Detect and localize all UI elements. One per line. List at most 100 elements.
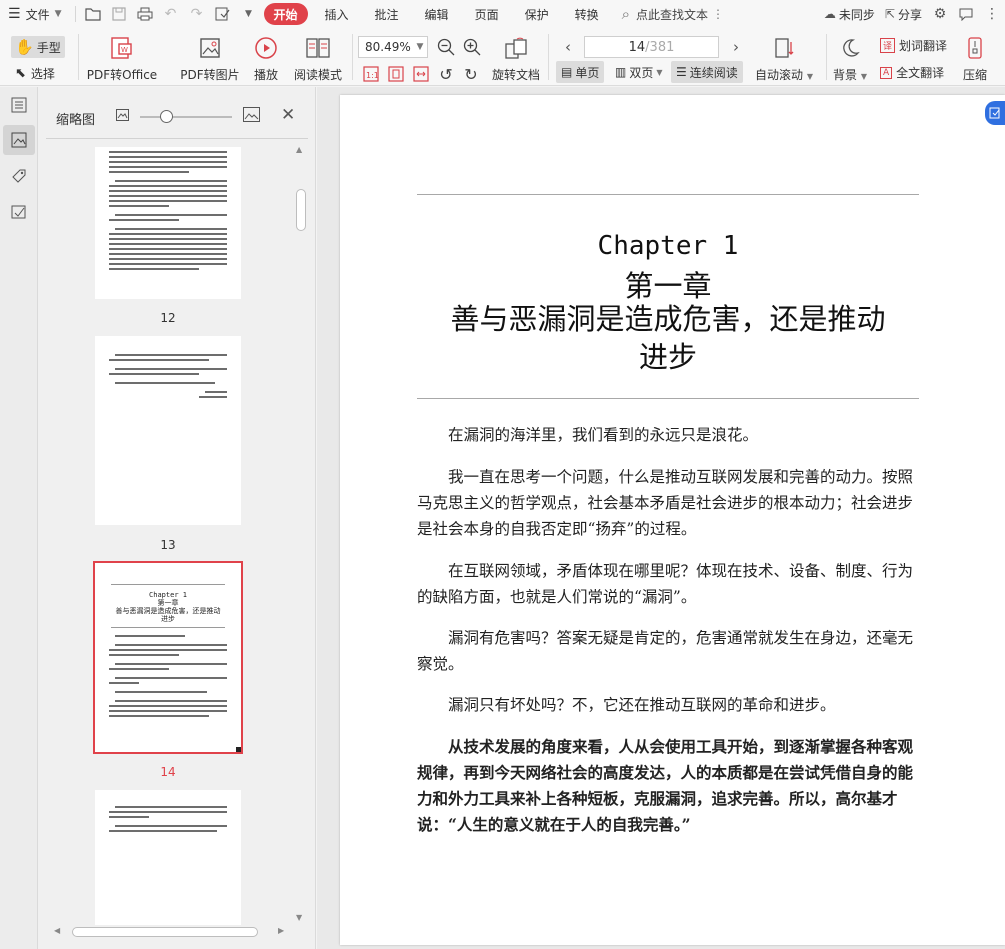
bottom-rule [417, 398, 919, 399]
tab-insert[interactable]: 插入 [316, 3, 358, 25]
prev-page-icon[interactable]: ‹ [558, 37, 578, 57]
paragraph-3: 在互联网领域，矛盾体现在哪里呢？体现在技术、设备、制度、行为的缺陷方面，也就是人… [417, 562, 914, 606]
print-icon[interactable] [132, 3, 158, 25]
find-text-search[interactable]: ⌕ 点此查找文本 ⋮ [616, 5, 730, 23]
close-icon[interactable]: ✕ [281, 105, 295, 125]
thumbnail-header: 缩略图 ✕ [56, 105, 296, 128]
message-icon[interactable] [953, 3, 979, 25]
thumbnail-label-13: 13 [160, 538, 176, 552]
fit-page-icon[interactable] [386, 64, 406, 84]
compress-icon [965, 34, 985, 62]
select-tool-button[interactable]: ⬉ 选择 [15, 63, 55, 83]
next-page-icon[interactable]: › [726, 37, 746, 57]
separator [78, 34, 79, 80]
slider-knob[interactable] [160, 110, 173, 123]
continuous-read-button[interactable]: ☰ 连续阅读 [671, 61, 743, 83]
open-folder-icon[interactable] [80, 3, 106, 25]
scroll-up-icon[interactable]: ▲ [296, 145, 302, 154]
double-page-button[interactable]: ▥ 双页 ▼ [610, 61, 668, 83]
more-dropdown-icon[interactable]: ▼ [236, 3, 262, 25]
tab-annotate[interactable]: 批注 [366, 3, 408, 25]
bookmark-tag-icon[interactable] [3, 161, 35, 191]
read-mode-button[interactable]: 阅读模式 [290, 34, 346, 83]
thumbnail-page-12[interactable] [95, 147, 241, 299]
scroll-down-icon[interactable]: ▼ [296, 913, 302, 922]
hamburger-icon: ☰ [8, 6, 21, 22]
thumbnail-vertical-scrollbar[interactable]: ▲ ▼ [294, 145, 308, 927]
zoom-out-icon[interactable] [436, 37, 456, 57]
tab-convert[interactable]: 转换 [566, 3, 608, 25]
single-page-button[interactable]: ▤ 单页 [556, 61, 605, 83]
share-icon: ⇱ [884, 7, 895, 21]
thumbnail-size-slider[interactable] [140, 110, 232, 123]
thumbnail-page-13[interactable] [95, 336, 241, 525]
file-menu[interactable]: ☰ 文件 ▼ [0, 3, 71, 25]
tab-edit[interactable]: 编辑 [416, 3, 458, 25]
fit-width-icon[interactable] [411, 64, 431, 84]
more-horizontal-icon[interactable]: ⋮ [979, 3, 1005, 25]
rotate-right-icon[interactable]: ↻ [461, 64, 481, 84]
play-button[interactable]: 播放 [248, 34, 284, 83]
outline-list-icon[interactable] [3, 90, 35, 120]
floating-export-badge-icon[interactable] [985, 101, 1005, 125]
continuous-icon: ☰ [676, 65, 687, 79]
divider [46, 138, 308, 139]
small-image-icon[interactable] [116, 109, 129, 124]
zoom-in-icon[interactable] [462, 37, 482, 57]
translate-icon: 译 [880, 38, 896, 53]
hand-tool-button[interactable]: ✋ 手型 [11, 36, 65, 58]
rotate-left-icon[interactable]: ↺ [436, 64, 456, 84]
top-rule [417, 194, 919, 195]
play-circle-icon [254, 34, 278, 62]
thumbnail-page-14-current[interactable]: Chapter 1 第一章 善与恶漏洞是造成危害，还是推动 进步 [93, 561, 243, 754]
thumbnail-view-icon[interactable] [3, 125, 35, 155]
full-translate-button[interactable]: A 全文翻译 [880, 64, 944, 81]
compress-button[interactable]: 压缩 [958, 34, 992, 83]
svg-text:1:1: 1:1 [366, 71, 379, 80]
thumbnail-panel: 缩略图 ✕ 12 13 Chapter 1 第一章 善与恶漏洞是造成危害，还是推… [38, 87, 316, 949]
sync-status[interactable]: ☁ 未同步 [819, 3, 880, 25]
pdf-to-image-icon [198, 34, 222, 62]
chapter-title: 善与恶漏洞是造成危害，还是推动 进步 [450, 302, 886, 374]
tab-page[interactable]: 页面 [466, 3, 508, 25]
left-sidebar-rail [0, 87, 38, 949]
annotation-icon[interactable] [3, 197, 35, 227]
pdf-to-image-button[interactable]: PDF转图片 [176, 34, 244, 83]
export-icon[interactable] [210, 3, 236, 25]
tab-start[interactable]: 开始 [263, 3, 308, 25]
large-image-icon[interactable] [243, 107, 260, 125]
undo-icon[interactable]: ↶ [158, 3, 184, 25]
auto-scroll-button[interactable]: 自动滚动 ▼ [752, 34, 816, 83]
chevron-down-icon: ▼ [860, 72, 867, 81]
thumbnail-page-15[interactable] [95, 790, 241, 925]
search-icon: ⌕ [621, 5, 631, 23]
tab-protect[interactable]: 保护 [516, 3, 558, 25]
redo-icon[interactable]: ↷ [184, 3, 210, 25]
page-number-input[interactable]: 14 /381 [584, 36, 719, 58]
menu-bar: ☰ 文件 ▼ ↶ ↷ ▼ 开始 插入 批注 编辑 页面 保护 转换 ⌕ 点此查找… [0, 0, 1005, 28]
scrollbar-thumb[interactable] [296, 189, 306, 231]
share-button[interactable]: ⇱ 分享 [880, 3, 927, 25]
rotate-document-icon [503, 34, 529, 62]
actual-size-icon[interactable]: 1:1 [361, 64, 381, 84]
ribbon-toolbar: ✋ 手型 ⬉ 选择 W PDF转Office PDF转图片 播放 阅读模式 80… [0, 28, 1005, 86]
chevron-down-icon: ▼ [416, 42, 424, 52]
scrollbar-thumb[interactable] [72, 927, 258, 937]
word-translate-button[interactable]: 译 划词翻译 [880, 37, 947, 54]
chapter-number-cn: 第一章 [624, 269, 712, 303]
background-button[interactable]: 背景 ▼ [830, 34, 870, 83]
scroll-right-icon[interactable]: ▶ [278, 926, 284, 935]
thumbnail-horizontal-scrollbar[interactable]: ◀ ▶ [52, 925, 290, 939]
paragraph-1: 在漏洞的海洋里，我们看到的永远只是浪花。 [448, 426, 759, 444]
document-view[interactable]: Chapter 1 第一章 善与恶漏洞是造成危害，还是推动 进步 在漏洞的海洋里… [317, 87, 1005, 949]
zoom-select[interactable]: 80.49% ▼ [358, 36, 428, 58]
rotate-document-button[interactable]: 旋转文档 [490, 34, 542, 83]
scroll-left-icon[interactable]: ◀ [54, 926, 60, 935]
chevron-down-icon: ▼ [656, 67, 663, 77]
paragraph-5: 漏洞只有坏处吗？不，它还在推动互联网的革命和进步。 [448, 696, 836, 714]
chapter-number-en: Chapter 1 [597, 231, 739, 261]
save-icon[interactable] [106, 3, 132, 25]
pdf-to-office-button[interactable]: W PDF转Office [84, 34, 160, 83]
settings-gear-icon[interactable]: ⚙ [927, 3, 953, 25]
chevron-down-icon: ▼ [806, 72, 813, 81]
